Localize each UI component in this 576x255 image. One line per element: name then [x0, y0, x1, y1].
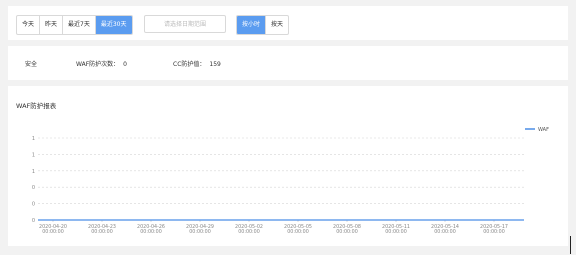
x-tick-label-time: 00:00:00: [189, 229, 211, 235]
date-range-group: 今天 昨天 最近7天 最近30天: [16, 15, 133, 35]
y-tick-label: 1: [32, 169, 35, 175]
chart-panel: WAF防护报表 0 0 0 1 1 1 2020-04-20 00:00:00 2020-04-…: [8, 86, 568, 246]
waf-count-value: 0: [123, 61, 127, 68]
x-tick-label-time: 00:00:00: [140, 229, 162, 235]
cc-value-value: 159: [209, 61, 221, 68]
x-tick-label-time: 00:00:00: [238, 229, 260, 235]
legend-label-waf: WAF: [538, 127, 549, 133]
y-tick-label: 1: [32, 136, 35, 142]
waf-count-label: WAF防护次数：: [76, 61, 120, 68]
x-tick-label-time: 00:00:00: [385, 229, 407, 235]
waf-count-stat: WAF防护次数： 0: [76, 59, 127, 68]
text-cursor: [570, 236, 571, 254]
x-tick-label-time: 00:00:00: [336, 229, 358, 235]
y-tick-label: 0: [32, 185, 35, 191]
range-30days-button[interactable]: 最近30天: [94, 16, 132, 34]
range-today-button[interactable]: 今天: [17, 16, 39, 34]
waf-line-chart: 0001112020-04-2000:00:002020-04-2300:00:…: [32, 127, 549, 235]
x-tick-label-time: 00:00:00: [483, 229, 505, 235]
filter-bar: 今天 昨天 最近7天 最近30天 请选择日期范围 按小时 按天: [8, 6, 568, 40]
range-yesterday-button[interactable]: 昨天: [39, 16, 62, 34]
x-tick-label-time: 00:00:00: [287, 229, 309, 235]
unit-day-button[interactable]: 按天: [265, 16, 288, 34]
safe-status: 安全: [25, 61, 38, 68]
x-tick-label-time: 00:00:00: [91, 229, 113, 235]
range-7days-button[interactable]: 最近7天: [62, 16, 95, 34]
x-tick-label-time: 00:00:00: [434, 229, 456, 235]
y-tick-label: 1: [32, 152, 35, 158]
cc-value-stat: CC防护值： 159: [173, 59, 221, 68]
y-tick-label: 0: [32, 218, 35, 224]
cc-value-label: CC防护值：: [173, 61, 206, 68]
unit-hour-button[interactable]: 按小时: [237, 16, 266, 34]
stats-bar: 安全 WAF防护次数： 0 CC防护值： 159: [8, 46, 568, 80]
y-tick-label: 0: [32, 202, 35, 208]
x-tick-label-time: 00:00:00: [42, 229, 64, 235]
date-range-input[interactable]: 请选择日期范围: [144, 15, 226, 33]
time-unit-group: 按小时 按天: [236, 15, 290, 35]
